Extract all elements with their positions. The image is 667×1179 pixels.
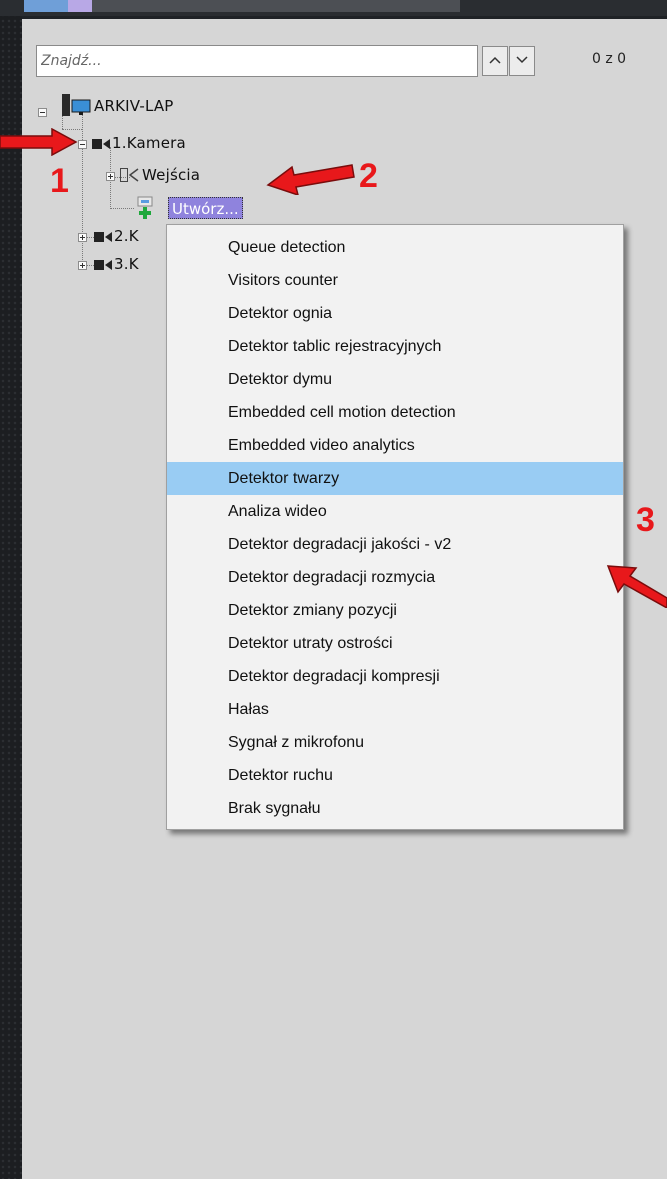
annotation-arrow-3 bbox=[606, 565, 667, 608]
menu-item-compression-degradation[interactable]: Detektor degradacji kompresji bbox=[167, 660, 623, 693]
menu-item-video-analysis[interactable]: Analiza wideo bbox=[167, 495, 623, 528]
menu-item-blur-degradation[interactable]: Detektor degradacji rozmycia bbox=[167, 561, 623, 594]
window-top-bar bbox=[0, 0, 667, 16]
tree-node-camera2-label[interactable]: 2.K bbox=[114, 227, 139, 245]
search-input[interactable] bbox=[36, 45, 478, 77]
tree-node-inputs-label[interactable]: Wejścia bbox=[142, 166, 200, 184]
camera-icon bbox=[94, 232, 112, 242]
menu-item-license-plate-detector[interactable]: Detektor tablic rejestracyjnych bbox=[167, 330, 623, 363]
camera3-expand-toggle[interactable] bbox=[78, 261, 87, 270]
next-result-button[interactable] bbox=[509, 46, 535, 76]
menu-item-microphone-signal[interactable]: Sygnał z mikrofonu bbox=[167, 726, 623, 759]
camera2-expand-toggle[interactable] bbox=[78, 233, 87, 242]
menu-item-face-detector[interactable]: Detektor twarzy bbox=[167, 462, 623, 495]
computer-icon bbox=[62, 94, 91, 116]
annotation-step-3: 3 bbox=[636, 501, 655, 539]
previous-result-button[interactable] bbox=[482, 46, 508, 76]
camera-icon bbox=[92, 139, 110, 149]
annotation-step-2: 2 bbox=[359, 157, 378, 195]
search-result-counter: 0 z 0 bbox=[592, 51, 627, 67]
create-detector-item[interactable]: Utwórz... bbox=[168, 197, 243, 219]
chevron-up-icon bbox=[489, 56, 501, 64]
menu-item-position-change[interactable]: Detektor zmiany pozycji bbox=[167, 594, 623, 627]
tree-node-root-label[interactable]: ARKIV-LAP bbox=[94, 97, 174, 115]
inputs-expand-toggle[interactable] bbox=[106, 172, 115, 181]
menu-item-fire-detector[interactable]: Detektor ognia bbox=[167, 297, 623, 330]
input-icon bbox=[120, 168, 139, 182]
menu-item-visitors-counter[interactable]: Visitors counter bbox=[167, 264, 623, 297]
annotation-arrow-1 bbox=[0, 128, 78, 156]
menu-item-no-signal[interactable]: Brak sygnału bbox=[167, 792, 623, 825]
top-tab-accent[interactable] bbox=[24, 0, 68, 12]
top-tab-strip bbox=[92, 0, 460, 12]
menu-item-smoke-detector[interactable]: Detektor dymu bbox=[167, 363, 623, 396]
tree-connector bbox=[82, 114, 83, 266]
create-detector-context-menu: Queue detection Visitors counter Detekto… bbox=[166, 224, 624, 830]
root-collapse-toggle[interactable] bbox=[38, 108, 47, 117]
camera-icon bbox=[94, 260, 112, 270]
annotation-step-1: 1 bbox=[50, 162, 69, 200]
menu-item-embedded-video-analytics[interactable]: Embedded video analytics bbox=[167, 429, 623, 462]
menu-item-noise[interactable]: Hałas bbox=[167, 693, 623, 726]
menu-item-motion-detector[interactable]: Detektor ruchu bbox=[167, 759, 623, 792]
tree-node-camera3-label[interactable]: 3.K bbox=[114, 255, 139, 273]
annotation-arrow-2 bbox=[266, 164, 355, 195]
tree-node-camera1-label[interactable]: 1.Kamera bbox=[112, 134, 186, 152]
add-detector-icon bbox=[137, 196, 153, 219]
tree-connector bbox=[110, 208, 134, 209]
menu-item-queue-detection[interactable]: Queue detection bbox=[167, 231, 623, 264]
chevron-down-icon bbox=[516, 56, 528, 64]
menu-item-focus-loss[interactable]: Detektor utraty ostrości bbox=[167, 627, 623, 660]
top-tab-secondary[interactable] bbox=[68, 0, 92, 12]
menu-item-embedded-cell-motion[interactable]: Embedded cell motion detection bbox=[167, 396, 623, 429]
menu-item-quality-degradation-v2[interactable]: Detektor degradacji jakości - v2 bbox=[167, 528, 623, 561]
